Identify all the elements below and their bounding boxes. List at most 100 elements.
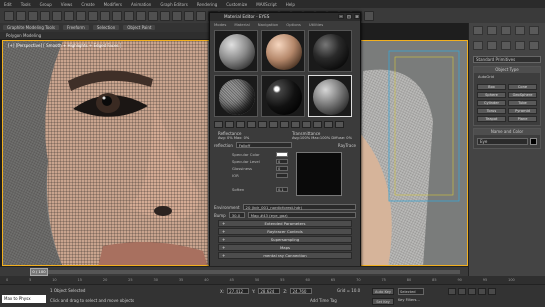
menu-graph-editors[interactable]: Graph Editors — [160, 2, 187, 7]
rollout-raytracer-controls[interactable]: Raytracer Controls — [218, 228, 352, 235]
bump-amount-spinner[interactable]: 30.0 — [228, 212, 245, 218]
region-select-icon[interactable] — [100, 10, 110, 21]
ior-spinner[interactable] — [276, 173, 288, 178]
show-map-icon[interactable] — [302, 121, 311, 128]
cameras-icon[interactable] — [515, 41, 525, 50]
lights-icon[interactable] — [501, 41, 511, 50]
window-crossing-icon[interactable] — [112, 10, 122, 21]
selection-filter-icon[interactable] — [64, 10, 74, 21]
copy-material-icon[interactable] — [258, 121, 267, 128]
ribbon-tab-graphite[interactable]: Graphite Modeling Tools — [3, 25, 60, 30]
sample-slot[interactable] — [261, 30, 305, 72]
material-id-icon[interactable] — [291, 121, 300, 128]
menu-modes[interactable]: Modes — [214, 21, 226, 28]
material-editor-titlebar[interactable]: Material Editor - EYES – □ × — [210, 13, 360, 21]
tube-button[interactable]: Tube — [508, 100, 537, 106]
maximize-icon[interactable]: □ — [346, 14, 352, 19]
next-frame-icon[interactable] — [478, 288, 486, 295]
minimize-icon[interactable]: – — [338, 14, 344, 19]
track-bar[interactable]: 0 5 10 15 20 25 30 35 40 45 50 55 60 65 … — [0, 276, 545, 284]
autogrid-checkbox[interactable]: AutoGrid — [474, 73, 540, 81]
sample-slot[interactable] — [214, 75, 258, 117]
environment-checkbox[interactable]: Environment — [214, 205, 240, 210]
environment-map-button[interactable]: 20 (kdr_001_nordicforest.hdr) — [242, 204, 356, 210]
go-to-start-icon[interactable] — [448, 288, 456, 295]
go-forward-icon[interactable] — [335, 121, 344, 128]
redo-icon[interactable] — [16, 10, 26, 21]
menu-modifiers[interactable]: Modifiers — [104, 2, 122, 7]
link-icon[interactable] — [28, 10, 38, 21]
sample-slot[interactable] — [308, 75, 352, 117]
specular-color-swatch[interactable] — [276, 152, 288, 157]
menu-navigation[interactable]: Navigation — [258, 21, 278, 28]
select-manipulate-icon[interactable] — [184, 10, 194, 21]
x-coordinate-field[interactable]: 27.412 — [227, 288, 250, 294]
rollout-extended-parameters[interactable]: Extended Parameters — [218, 220, 352, 227]
bump-checkbox[interactable]: Bump — [214, 213, 226, 218]
ribbon-panel-label[interactable]: Polygon Modeling — [0, 32, 210, 39]
time-slider-thumb[interactable]: 0 / 100 — [30, 268, 48, 276]
material-name-field[interactable]: Falloff — [235, 142, 292, 148]
previous-frame-icon[interactable] — [458, 288, 466, 295]
display-tab-icon[interactable] — [529, 26, 539, 35]
menu-utilities[interactable]: Utilities — [309, 21, 323, 28]
add-time-tag-button[interactable]: Add Time Tag — [310, 298, 337, 303]
primitive-type-dropdown[interactable]: Standard Primitives — [473, 56, 541, 63]
maxscript-listener-field[interactable]: Max to Physx — [2, 295, 46, 303]
undo-icon[interactable] — [4, 10, 14, 21]
create-tab-icon[interactable] — [473, 26, 483, 35]
torus-button[interactable]: Torus — [477, 108, 506, 114]
cylinder-button[interactable]: Cylinder — [477, 100, 506, 106]
object-name-field[interactable]: Eye — [477, 138, 528, 145]
y-coordinate-field[interactable]: 28.624 — [258, 288, 281, 294]
reset-map-icon[interactable] — [247, 121, 256, 128]
move-icon[interactable] — [124, 10, 134, 21]
menu-material[interactable]: Material — [234, 21, 249, 28]
time-slider-track[interactable] — [30, 270, 460, 274]
unique-icon[interactable] — [269, 121, 278, 128]
menu-tools[interactable]: Tools — [21, 2, 31, 7]
reference-coord-icon[interactable] — [160, 10, 170, 21]
go-to-end-icon[interactable] — [488, 288, 496, 295]
sample-slot[interactable] — [261, 75, 305, 117]
key-mode-dropdown[interactable]: Selected — [398, 288, 424, 295]
set-key-button[interactable]: Set Key — [372, 298, 394, 305]
assign-material-icon[interactable] — [236, 121, 245, 128]
unlink-icon[interactable] — [40, 10, 50, 21]
teapot-button[interactable]: Teapot — [477, 116, 506, 122]
rollout-maps[interactable]: Maps — [218, 244, 352, 251]
key-filters-button[interactable]: Key Filters... — [398, 298, 420, 302]
motion-tab-icon[interactable] — [515, 26, 525, 35]
bump-map-button[interactable]: Map #43 (eye_gaz) — [247, 212, 356, 218]
scale-icon[interactable] — [148, 10, 158, 21]
bind-space-warp-icon[interactable] — [52, 10, 62, 21]
specular-level-spinner[interactable]: 0 — [276, 159, 288, 164]
ribbon-tab-object-paint[interactable]: Object Paint — [123, 25, 156, 30]
menu-group[interactable]: Group — [40, 2, 52, 7]
cone-button[interactable]: Cone — [508, 84, 537, 90]
shapes-icon[interactable] — [487, 41, 497, 50]
ribbon-tab-freeform[interactable]: Freeform — [63, 25, 89, 30]
menu-customize[interactable]: Customize — [226, 2, 247, 7]
sphere-button[interactable]: Sphere — [477, 92, 506, 98]
soften-spinner[interactable]: 0.1 — [276, 187, 288, 192]
rollout-supersampling[interactable]: Supersampling — [218, 236, 352, 243]
menu-animation[interactable]: Animation — [131, 2, 151, 7]
auto-key-button[interactable]: Auto Key — [372, 288, 394, 295]
pyramid-button[interactable]: Pyramid — [508, 108, 537, 114]
helpers-icon[interactable] — [529, 41, 539, 50]
get-material-icon[interactable] — [214, 121, 223, 128]
sample-slot[interactable] — [308, 30, 352, 72]
geosphere-button[interactable]: GeoSphere — [508, 92, 537, 98]
object-color-swatch[interactable] — [530, 138, 537, 145]
plane-button[interactable]: Plane — [508, 116, 537, 122]
menu-options[interactable]: Options — [286, 21, 301, 28]
menu-rendering[interactable]: Rendering — [197, 2, 217, 7]
ribbon-tab-selection[interactable]: Selection — [92, 25, 120, 30]
render-production-icon[interactable] — [364, 10, 374, 21]
rollout-mental-ray[interactable]: mental ray Connection — [218, 252, 352, 259]
menu-help[interactable]: Help — [286, 2, 295, 7]
put-to-library-icon[interactable] — [280, 121, 289, 128]
hierarchy-tab-icon[interactable] — [501, 26, 511, 35]
select-by-name-icon[interactable] — [88, 10, 98, 21]
